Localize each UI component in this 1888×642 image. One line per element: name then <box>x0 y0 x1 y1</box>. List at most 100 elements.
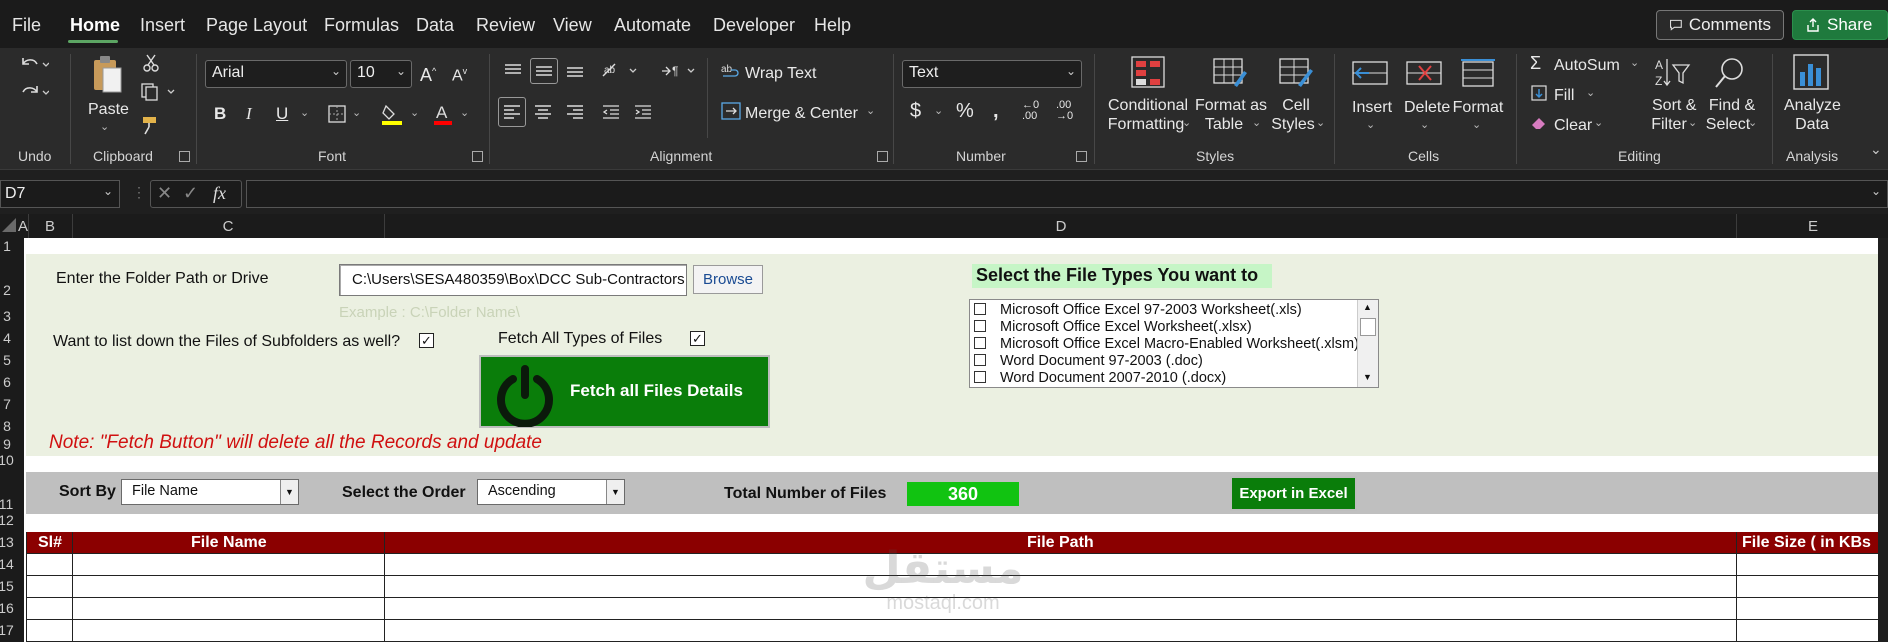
formula-input[interactable]: ⌄ <box>246 180 1888 208</box>
clipboard-launcher-icon[interactable] <box>179 151 190 162</box>
share-button[interactable]: Share <box>1792 10 1888 40</box>
file-type-checkbox[interactable] <box>974 371 986 383</box>
chevron-down-icon[interactable]: ⌄ <box>1472 116 1481 135</box>
insert-cells-icon[interactable] <box>1350 56 1390 90</box>
column-header-b[interactable]: B <box>30 218 70 235</box>
row-header[interactable]: 10 <box>0 452 14 468</box>
chevron-down-icon[interactable]: ⌄ <box>352 104 361 123</box>
enter-icon[interactable]: ✓ <box>183 183 198 204</box>
conditional-formatting-line2[interactable]: Formatting <box>1104 115 1188 134</box>
column-header-c[interactable]: C <box>72 218 384 235</box>
chevron-down-icon[interactable]: ⌄ <box>300 104 309 123</box>
format-as-table-icon[interactable] <box>1210 54 1250 90</box>
scroll-down-icon[interactable]: ▼ <box>1363 372 1372 382</box>
insert-cells-label[interactable]: Insert <box>1352 98 1392 117</box>
format-cells-icon[interactable] <box>1458 56 1498 90</box>
cell-styles-line1[interactable]: Cell <box>1280 96 1312 115</box>
italic-icon[interactable]: I <box>246 104 252 123</box>
format-cells-label[interactable]: Format <box>1452 98 1504 117</box>
find-select-line1[interactable]: Find & <box>1708 96 1756 115</box>
file-types-listbox[interactable]: Microsoft Office Excel 97-2003 Worksheet… <box>969 299 1379 388</box>
row-header[interactable]: 7 <box>0 396 14 412</box>
column-header-a[interactable]: A <box>18 218 28 235</box>
tab-page-layout[interactable]: Page Layout <box>206 15 307 36</box>
export-excel-button[interactable]: Export in Excel <box>1230 476 1357 511</box>
clear-label[interactable]: Clear <box>1554 116 1592 135</box>
fetch-all-files-button[interactable]: Fetch all Files Details <box>479 355 770 428</box>
fill-label[interactable]: Fill <box>1554 86 1574 105</box>
orientation-icon[interactable]: ab <box>598 58 642 84</box>
cell-styles-line2[interactable]: Styles <box>1270 115 1316 134</box>
row-header[interactable]: 11 <box>0 496 14 512</box>
sort-filter-line1[interactable]: Sort & <box>1652 96 1696 115</box>
underline-icon[interactable]: U <box>276 104 288 123</box>
borders-icon[interactable] <box>326 103 348 125</box>
row-header[interactable]: 8 <box>0 418 14 434</box>
eraser-icon[interactable] <box>1530 114 1548 132</box>
select-all-icon[interactable] <box>2 218 16 232</box>
chevron-down-icon[interactable]: ⌄ <box>1316 114 1325 133</box>
fill-icon[interactable] <box>1530 84 1548 102</box>
row-header[interactable]: 3 <box>0 308 14 324</box>
order-select[interactable]: Ascending ▼ <box>477 479 625 505</box>
comments-button[interactable]: Comments <box>1656 10 1784 40</box>
name-box[interactable]: D7 ⌄ <box>0 180 120 208</box>
chevron-down-icon[interactable]: ⌄ <box>1688 114 1697 133</box>
chevron-down-icon[interactable]: ⌄ <box>1630 54 1639 73</box>
tab-view[interactable]: View <box>553 15 592 36</box>
tab-review[interactable]: Review <box>476 15 535 36</box>
chevron-down-icon[interactable]: ⌄ <box>410 104 419 123</box>
chevron-down-icon[interactable]: ⌄ <box>1420 116 1429 135</box>
cut-icon[interactable] <box>140 52 162 74</box>
column-header-e[interactable]: E <box>1738 218 1888 235</box>
chevron-down-icon[interactable]: ⌄ <box>1252 114 1261 133</box>
chevron-down-icon[interactable]: ⌄ <box>866 102 875 121</box>
format-as-table-line2[interactable]: Table <box>1196 115 1252 134</box>
file-type-option[interactable]: Microsoft Office Excel 97-2003 Worksheet… <box>970 302 1360 319</box>
chevron-down-icon[interactable]: ⌄ <box>1366 116 1375 135</box>
merge-center-label[interactable]: Merge & Center <box>745 104 858 123</box>
row-header[interactable]: 17 <box>0 622 14 638</box>
row-header[interactable]: 9 <box>0 436 14 452</box>
file-type-option[interactable]: Word Document 2007-2010 (.docx) <box>970 370 1360 387</box>
insert-function-icon[interactable]: fx <box>213 183 226 204</box>
file-type-option[interactable]: Microsoft Office Excel Worksheet(.xlsx) <box>970 319 1360 336</box>
sort-by-select[interactable]: File Name ▼ <box>121 479 299 505</box>
row-header[interactable]: 12 <box>0 512 14 528</box>
align-center-icon[interactable] <box>530 98 556 126</box>
decrease-indent-icon[interactable] <box>598 98 624 126</box>
paste-icon[interactable] <box>86 52 128 96</box>
bold-icon[interactable]: B <box>214 104 226 123</box>
row-header[interactable]: 13 <box>0 534 14 550</box>
alignment-launcher-icon[interactable] <box>877 151 888 162</box>
row-header[interactable]: 5 <box>0 352 14 368</box>
align-right-icon[interactable] <box>562 98 588 126</box>
comma-style-icon[interactable]: , <box>993 101 999 121</box>
file-type-checkbox[interactable] <box>974 354 986 366</box>
row-header[interactable]: 2 <box>0 282 14 298</box>
file-type-checkbox[interactable] <box>974 303 986 315</box>
increase-font-icon[interactable]: A^ <box>420 62 436 85</box>
row-header[interactable]: 15 <box>0 578 14 594</box>
chevron-down-icon[interactable]: ⌄ <box>1586 84 1595 103</box>
format-as-table-line1[interactable]: Format as <box>1194 96 1268 115</box>
folder-path-input[interactable]: C:\Users\SESA480359\Box\DCC Sub-Contract… <box>339 264 687 296</box>
conditional-formatting-line1[interactable]: Conditional <box>1108 96 1188 115</box>
sort-filter-icon[interactable]: AZ <box>1652 54 1692 92</box>
decrease-font-icon[interactable]: Av <box>452 62 467 85</box>
number-launcher-icon[interactable] <box>1076 151 1087 162</box>
subfolders-checkbox[interactable]: ✓ <box>419 333 434 348</box>
chevron-down-icon[interactable]: ⌄ <box>460 104 469 123</box>
delete-cells-icon[interactable] <box>1404 56 1444 90</box>
tab-automate[interactable]: Automate <box>614 15 691 36</box>
analyze-data-icon[interactable] <box>1790 52 1832 92</box>
align-left-icon[interactable] <box>498 97 526 127</box>
row-header[interactable]: 16 <box>0 600 14 616</box>
row-header[interactable]: 6 <box>0 374 14 390</box>
font-family-dropdown[interactable]: Arial ⌄ <box>205 60 347 88</box>
file-type-option[interactable]: Microsoft Office Excel Macro-Enabled Wor… <box>970 336 1360 353</box>
font-color-icon[interactable]: A <box>432 100 454 128</box>
cell-styles-icon[interactable] <box>1276 54 1316 90</box>
number-format-dropdown[interactable]: Text ⌄ <box>902 60 1082 88</box>
row-header[interactable]: 1 <box>0 238 14 254</box>
